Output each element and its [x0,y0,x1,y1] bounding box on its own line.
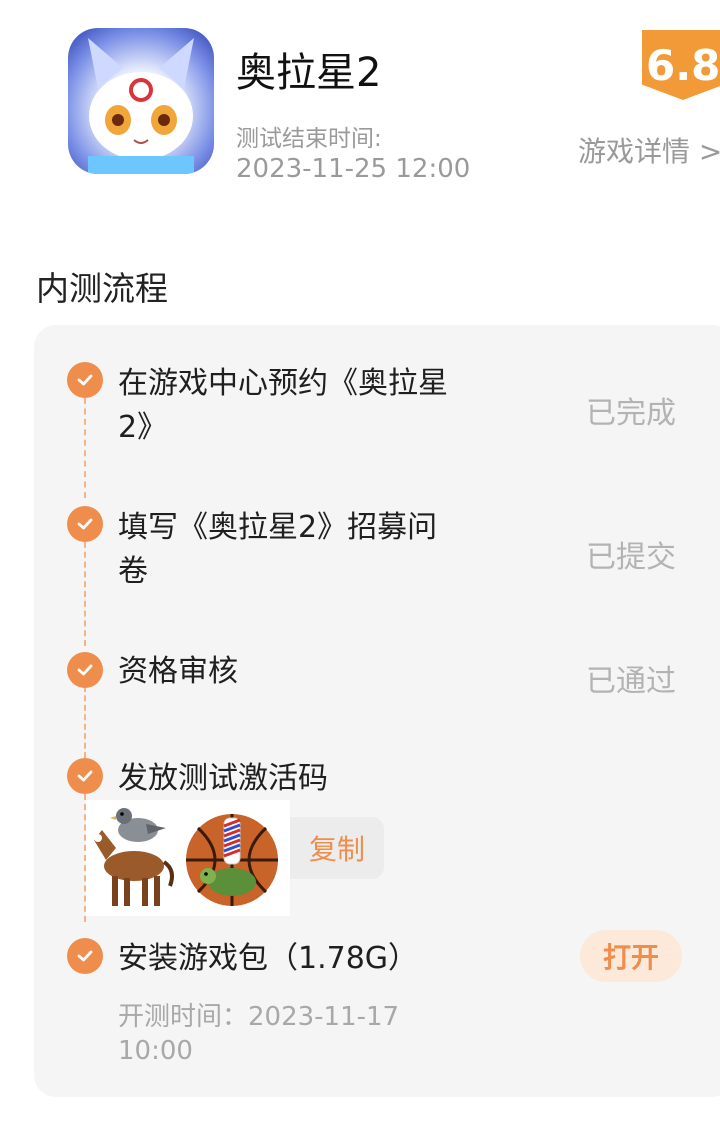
game-detail-link[interactable]: 游戏详情 > [578,130,720,170]
end-time-label: 测试结束时间: [236,126,382,152]
step-2-title: 填写《奥拉星2》招募问卷 [118,510,438,589]
pigeon-sticker [110,808,166,842]
step-connector [84,398,86,498]
check-icon [67,506,103,542]
barber-pole [223,817,241,865]
open-button[interactable]: 打开 [580,930,682,982]
step-connector [84,686,86,758]
section-title: 内测流程 [36,269,168,308]
game-title: 奥拉星2 [236,50,382,96]
activation-code-stickers [86,800,290,916]
end-time-value: 2023-11-25 12:00 [236,154,471,184]
copy-button[interactable]: 复制 [290,817,384,879]
step-1-title: 在游戏中心预约《奥拉星2》 [118,366,448,445]
step-1-status: 已完成 [586,396,676,431]
step-4-title: 发放测试激活码 [118,761,328,796]
step-5-title: 安装游戏包（1.78G） [118,941,419,976]
check-icon [67,938,103,974]
step-connector [84,542,86,646]
check-icon [67,362,103,398]
app-icon[interactable] [68,28,214,174]
step-3-title: 资格审核 [118,654,238,689]
step-3-status: 已通过 [586,664,676,699]
step-2-status: 已提交 [586,540,676,575]
check-icon [67,652,103,688]
open-time: 开测时间：2023-11-17 10:00 [118,1002,400,1066]
score-badge: 6.8 [642,30,720,100]
check-icon [67,758,103,794]
